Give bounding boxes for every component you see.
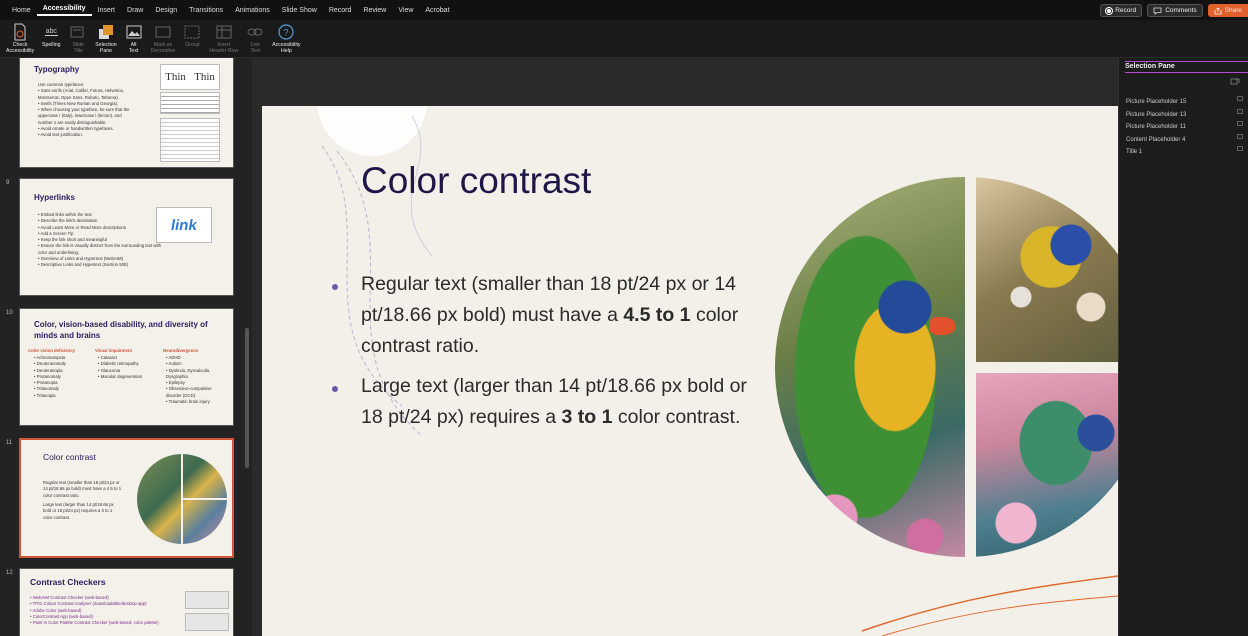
slide-number: 12	[6, 570, 13, 576]
selection-pane-button[interactable]: Selection Pane	[95, 20, 117, 54]
column-heading: Neurodivergence	[163, 348, 199, 353]
slide-thumbnail-8[interactable]: Typography Use common typefaces: • Sans …	[19, 58, 234, 168]
slide-editing-canvas: Color contrast Regular text (smaller tha…	[252, 58, 1118, 636]
alt-text-icon	[126, 25, 142, 39]
accessibility-check-icon	[14, 23, 26, 41]
visibility-toggle-icon[interactable]	[1237, 121, 1243, 126]
powerpoint-window: Home Accessibility Insert Draw Design Tr…	[0, 0, 1248, 636]
insert-header-row-button[interactable]: Insert Header Row	[209, 20, 238, 54]
slide-thumb-body: • Achromatopsia • Deuteranomaly • Deuter…	[34, 355, 66, 398]
pane-item-title-1[interactable]: Title 1	[1119, 146, 1248, 159]
comments-button[interactable]: Comments	[1147, 4, 1203, 17]
svg-text:?: ?	[284, 28, 289, 38]
pane-item-picture-placeholder-15[interactable]: Picture Placeholder 15	[1119, 96, 1248, 109]
group-button[interactable]: Group	[182, 20, 202, 48]
slide-thumbnail-10[interactable]: Color, vision-based disability, and dive…	[19, 308, 234, 426]
parrot-collage-thumbnail	[137, 454, 227, 544]
tab-view[interactable]: View	[392, 7, 419, 14]
tab-design[interactable]: Design	[149, 7, 183, 14]
record-icon	[1106, 7, 1113, 14]
group-icon	[184, 25, 200, 39]
link-text-button[interactable]: Link Text	[245, 20, 265, 54]
bullet-regular-text[interactable]: Regular text (smaller than 18 pt/24 px o…	[361, 269, 761, 362]
slide-thumbnail-9[interactable]: Hyperlinks • Embed links within the text…	[19, 178, 234, 296]
slide-number: 11	[6, 440, 13, 446]
slide-thumb-body: • ADHD • Autism • Dyslexia, Dyscalculia,…	[166, 355, 212, 405]
spelling-button[interactable]: abc Spelling	[41, 20, 61, 48]
column-heading: Visual impairment	[95, 348, 132, 353]
help-icon: ?	[278, 24, 294, 40]
picture-placeholder-11[interactable]	[775, 177, 965, 557]
pane-options-icon[interactable]	[1230, 78, 1240, 86]
record-button[interactable]: Record	[1100, 4, 1143, 17]
link-hand-image: link	[156, 207, 212, 243]
slide-thumb-body: • Cataract • Diabetic retinopathy • Glau…	[98, 355, 143, 379]
visibility-toggle-icon[interactable]	[1237, 96, 1243, 101]
thumbnail-scrollbar[interactable]	[245, 328, 249, 468]
tab-animations[interactable]: Animations	[229, 7, 276, 14]
pane-item-picture-placeholder-11[interactable]: Picture Placeholder 11	[1119, 121, 1248, 134]
tab-review[interactable]: Review	[357, 7, 392, 14]
visibility-toggle-icon[interactable]	[1237, 133, 1243, 139]
check-accessibility-button[interactable]: Check Accessibility	[6, 20, 34, 54]
tab-slide-show[interactable]: Slide Show	[276, 7, 323, 14]
tab-home[interactable]: Home	[6, 7, 37, 14]
link-icon	[247, 28, 263, 36]
ribbon-tab-bar: Home Accessibility Insert Draw Design Tr…	[0, 0, 1248, 20]
bullet-icon	[332, 284, 338, 290]
tab-draw[interactable]: Draw	[121, 7, 149, 14]
spelling-icon: abc	[44, 28, 58, 36]
pane-item-picture-placeholder-13[interactable]: Picture Placeholder 13	[1119, 108, 1248, 122]
selection-pane: Selection Pane Picture Placeholder 15 Pi…	[1118, 58, 1248, 636]
slide-thumb-title: Hyperlinks	[34, 193, 75, 202]
slide-thumbnail-12[interactable]: Contrast Checkers • WebAIM Contrast Chec…	[19, 568, 234, 636]
thin-font-sample: Thin Thin	[160, 64, 220, 90]
tab-record[interactable]: Record	[323, 7, 358, 14]
bullet-large-text[interactable]: Large text (larger than 14 pt/18.66 px b…	[361, 371, 761, 433]
slide-thumbnail-pane: Typography Use common typefaces: • Sans …	[0, 58, 252, 636]
share-icon	[1214, 6, 1222, 14]
slide-thumb-title: Contrast Checkers	[30, 577, 106, 587]
tab-acrobat[interactable]: Acrobat	[419, 7, 455, 14]
selection-pane-title: Selection Pane	[1125, 61, 1248, 73]
slide-number: 9	[6, 180, 10, 186]
slide-thumb-title: Typography	[34, 65, 80, 74]
share-button[interactable]: Share	[1207, 4, 1248, 17]
pane-item-content-placeholder-4[interactable]: Content Placeholder 4	[1119, 133, 1248, 147]
tab-insert[interactable]: Insert	[92, 7, 122, 14]
column-heading: Color vision deficiency	[28, 348, 76, 353]
contrast-checker-image	[185, 591, 229, 609]
picture-placeholder-13[interactable]	[976, 177, 1118, 362]
slide-title[interactable]: Color contrast	[361, 160, 591, 202]
decorative-icon	[155, 26, 171, 38]
mark-decorative-button[interactable]: Mark as Decorative	[151, 20, 175, 54]
bullet-icon	[332, 386, 338, 392]
alt-text-button[interactable]: Alt Text	[124, 20, 144, 54]
tab-accessibility[interactable]: Accessibility	[36, 5, 92, 16]
slide-number: 10	[6, 310, 13, 316]
tab-transitions[interactable]: Transitions	[183, 7, 229, 14]
selection-pane-icon	[98, 25, 113, 39]
visibility-toggle-icon[interactable]	[1237, 108, 1243, 114]
slide-thumbnail-11[interactable]: Color contrast Regular text (smaller tha…	[19, 438, 234, 558]
slide-thumb-body: • WebAIM Contrast Checker (web-based) • …	[30, 595, 159, 626]
parrot-photo-collage	[775, 177, 1118, 557]
current-slide[interactable]: Color contrast Regular text (smaller tha…	[262, 106, 1118, 636]
slide-title-button[interactable]: Slide Title	[68, 20, 88, 54]
accessibility-help-button[interactable]: ? Accessibility Help	[272, 20, 301, 54]
accessibility-ribbon: Check Accessibility abc Spelling Slide T…	[0, 20, 1248, 58]
table-icon	[216, 25, 232, 39]
slide-thumb-title: Color, vision-based disability, and dive…	[34, 320, 208, 340]
selection-pane-list: Picture Placeholder 15 Picture Placehold…	[1119, 96, 1248, 159]
visibility-toggle-icon[interactable]	[1237, 146, 1243, 151]
contrast-checker-image-2	[185, 613, 229, 631]
slide-thumb-body: Use common typefaces: • Sans serifs (Ari…	[38, 82, 130, 138]
slide-thumb-title: Color contrast	[43, 452, 96, 462]
slide-title-icon	[70, 26, 84, 37]
picture-placeholder-15[interactable]	[976, 373, 1118, 557]
font-sample-image	[160, 92, 220, 114]
font-comparison-image	[160, 118, 220, 162]
comment-icon	[1153, 7, 1162, 15]
